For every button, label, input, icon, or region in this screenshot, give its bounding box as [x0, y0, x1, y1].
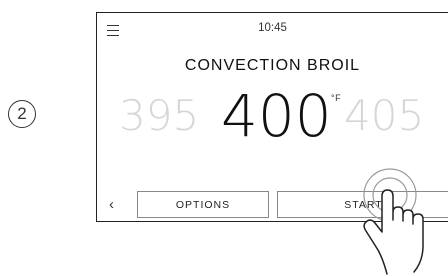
hand-pointer-icon — [363, 168, 424, 275]
temperature-selected-value[interactable]: 400 — [221, 87, 332, 145]
cooking-mode-title: CONVECTION BROIL — [184, 57, 361, 74]
clock-time: 10:45 — [258, 22, 287, 34]
step-number-badge: 2 — [8, 100, 36, 128]
options-button[interactable]: OPTIONS — [137, 191, 269, 218]
temperature-unit: °F — [331, 93, 342, 103]
chevron-left-icon[interactable]: ‹ — [109, 197, 114, 212]
instruction-page: 2 10:45 CONVECTION BROIL 395 400 °F 405 … — [0, 0, 448, 276]
temperature-next-option[interactable]: 405 — [344, 95, 424, 137]
temperature-previous-option[interactable]: 395 — [119, 95, 199, 137]
